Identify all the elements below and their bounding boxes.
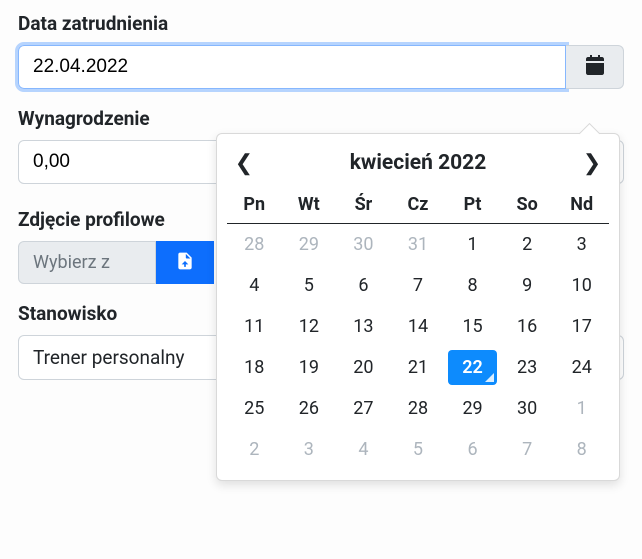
weekday-header: Pt	[445, 188, 500, 224]
chevron-right-icon: ❯	[583, 151, 601, 176]
prev-month-button[interactable]: ❮	[229, 148, 259, 178]
day-cell[interactable]: 8	[554, 429, 609, 470]
day-cell[interactable]: 13	[336, 306, 391, 347]
day-cell[interactable]: 4	[227, 265, 282, 306]
day-cell[interactable]: 15	[445, 306, 500, 347]
day-cell[interactable]: 25	[227, 388, 282, 429]
day-cell[interactable]: 26	[282, 388, 337, 429]
day-cell[interactable]: 29	[282, 224, 337, 265]
day-cell[interactable]: 27	[336, 388, 391, 429]
day-cell[interactable]: 5	[282, 265, 337, 306]
weekday-header: Nd	[554, 188, 609, 224]
chevron-left-icon: ❮	[235, 151, 253, 176]
day-cell[interactable]: 14	[391, 306, 446, 347]
weekday-header: Cz	[391, 188, 446, 224]
day-cell[interactable]: 19	[282, 347, 337, 388]
day-cell[interactable]: 18	[227, 347, 282, 388]
day-cell[interactable]: 1	[554, 388, 609, 429]
day-cell[interactable]: 7	[500, 429, 555, 470]
day-cell[interactable]: 3	[282, 429, 337, 470]
day-cell[interactable]: 5	[391, 429, 446, 470]
datepicker-title[interactable]: kwiecień 2022	[350, 151, 487, 175]
file-upload-button[interactable]	[156, 241, 214, 284]
day-cell[interactable]: 24	[554, 347, 609, 388]
day-cell[interactable]: 2	[500, 224, 555, 265]
day-cell[interactable]: 17	[554, 306, 609, 347]
weekday-header: Śr	[336, 188, 391, 224]
datepicker-weekdays: PnWtŚrCzPtSoNd	[227, 188, 609, 224]
day-cell[interactable]: 16	[500, 306, 555, 347]
datepicker-popup: ❮ kwiecień 2022 ❯ PnWtŚrCzPtSoNd 2829303…	[216, 133, 620, 481]
datepicker-days: 2829303112345678910111213141516171819202…	[227, 224, 609, 470]
day-cell[interactable]: 1	[445, 224, 500, 265]
day-cell[interactable]: 28	[391, 388, 446, 429]
day-cell[interactable]: 20	[336, 347, 391, 388]
day-cell[interactable]: 10	[554, 265, 609, 306]
day-cell[interactable]: 6	[336, 265, 391, 306]
day-cell[interactable]: 2	[227, 429, 282, 470]
day-cell[interactable]: 8	[445, 265, 500, 306]
hire-date-input[interactable]	[18, 45, 566, 89]
calendar-icon	[583, 53, 607, 81]
salary-label: Wynagrodzenie	[18, 107, 624, 130]
day-cell[interactable]: 6	[445, 429, 500, 470]
day-cell[interactable]: 9	[500, 265, 555, 306]
weekday-header: Wt	[282, 188, 337, 224]
day-cell[interactable]: 30	[336, 224, 391, 265]
day-cell[interactable]: 22	[448, 350, 497, 385]
day-cell[interactable]: 30	[500, 388, 555, 429]
day-cell[interactable]: 29	[445, 388, 500, 429]
datepicker-header: ❮ kwiecień 2022 ❯	[227, 144, 609, 188]
day-cell[interactable]: 11	[227, 306, 282, 347]
file-upload-icon	[175, 251, 195, 275]
weekday-header: So	[500, 188, 555, 224]
day-cell[interactable]: 3	[554, 224, 609, 265]
weekday-header: Pn	[227, 188, 282, 224]
day-cell[interactable]: 7	[391, 265, 446, 306]
day-cell[interactable]: 31	[391, 224, 446, 265]
day-cell[interactable]: 28	[227, 224, 282, 265]
day-cell[interactable]: 4	[336, 429, 391, 470]
day-cell[interactable]: 23	[500, 347, 555, 388]
calendar-toggle-button[interactable]	[566, 45, 624, 89]
day-cell[interactable]: 12	[282, 306, 337, 347]
day-cell[interactable]: 21	[391, 347, 446, 388]
hire-date-label: Data zatrudnienia	[18, 12, 624, 35]
file-choose-label[interactable]: Wybierz z	[18, 241, 156, 284]
next-month-button[interactable]: ❯	[577, 148, 607, 178]
hire-date-group	[18, 45, 624, 89]
